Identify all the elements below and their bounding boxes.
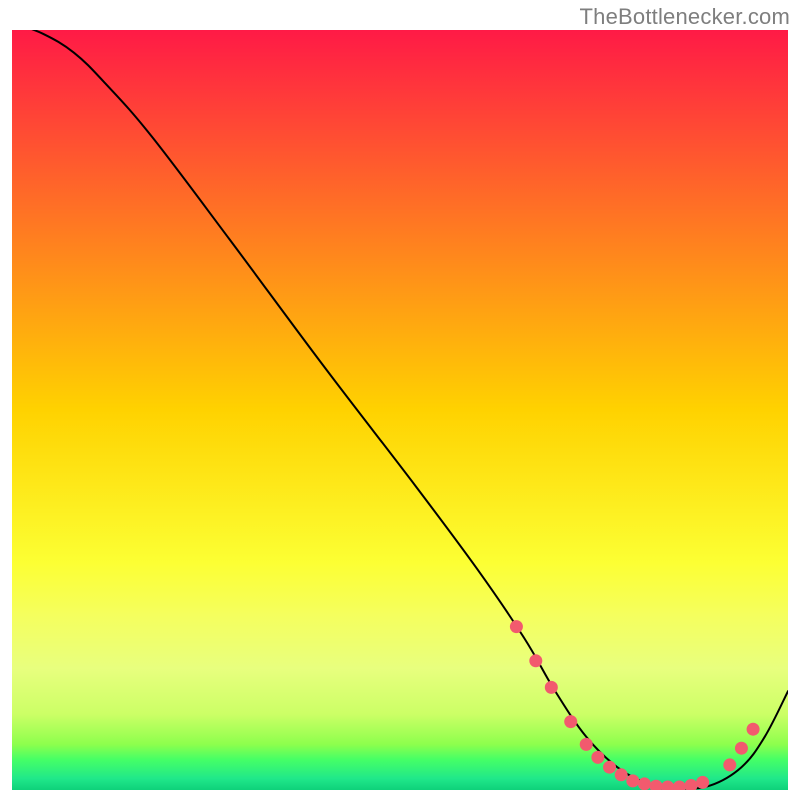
curve-marker [638,777,651,790]
curve-marker [735,742,748,755]
chart-stage: TheBottlenecker.com [0,0,800,800]
curve-marker [626,774,639,787]
curve-marker [510,620,523,633]
curve-marker [591,751,604,764]
curve-marker [747,723,760,736]
plot-area [12,30,788,790]
curve-marker [723,758,736,771]
curve-marker [564,715,577,728]
curve-marker [545,681,558,694]
curve-marker [696,776,709,789]
curve-marker [580,738,593,751]
gradient-background [12,30,788,790]
curve-marker [529,654,542,667]
curve-marker [603,761,616,774]
watermark-text: TheBottlenecker.com [580,4,790,30]
curve-marker [615,768,628,781]
bottleneck-curve-chart [12,30,788,790]
